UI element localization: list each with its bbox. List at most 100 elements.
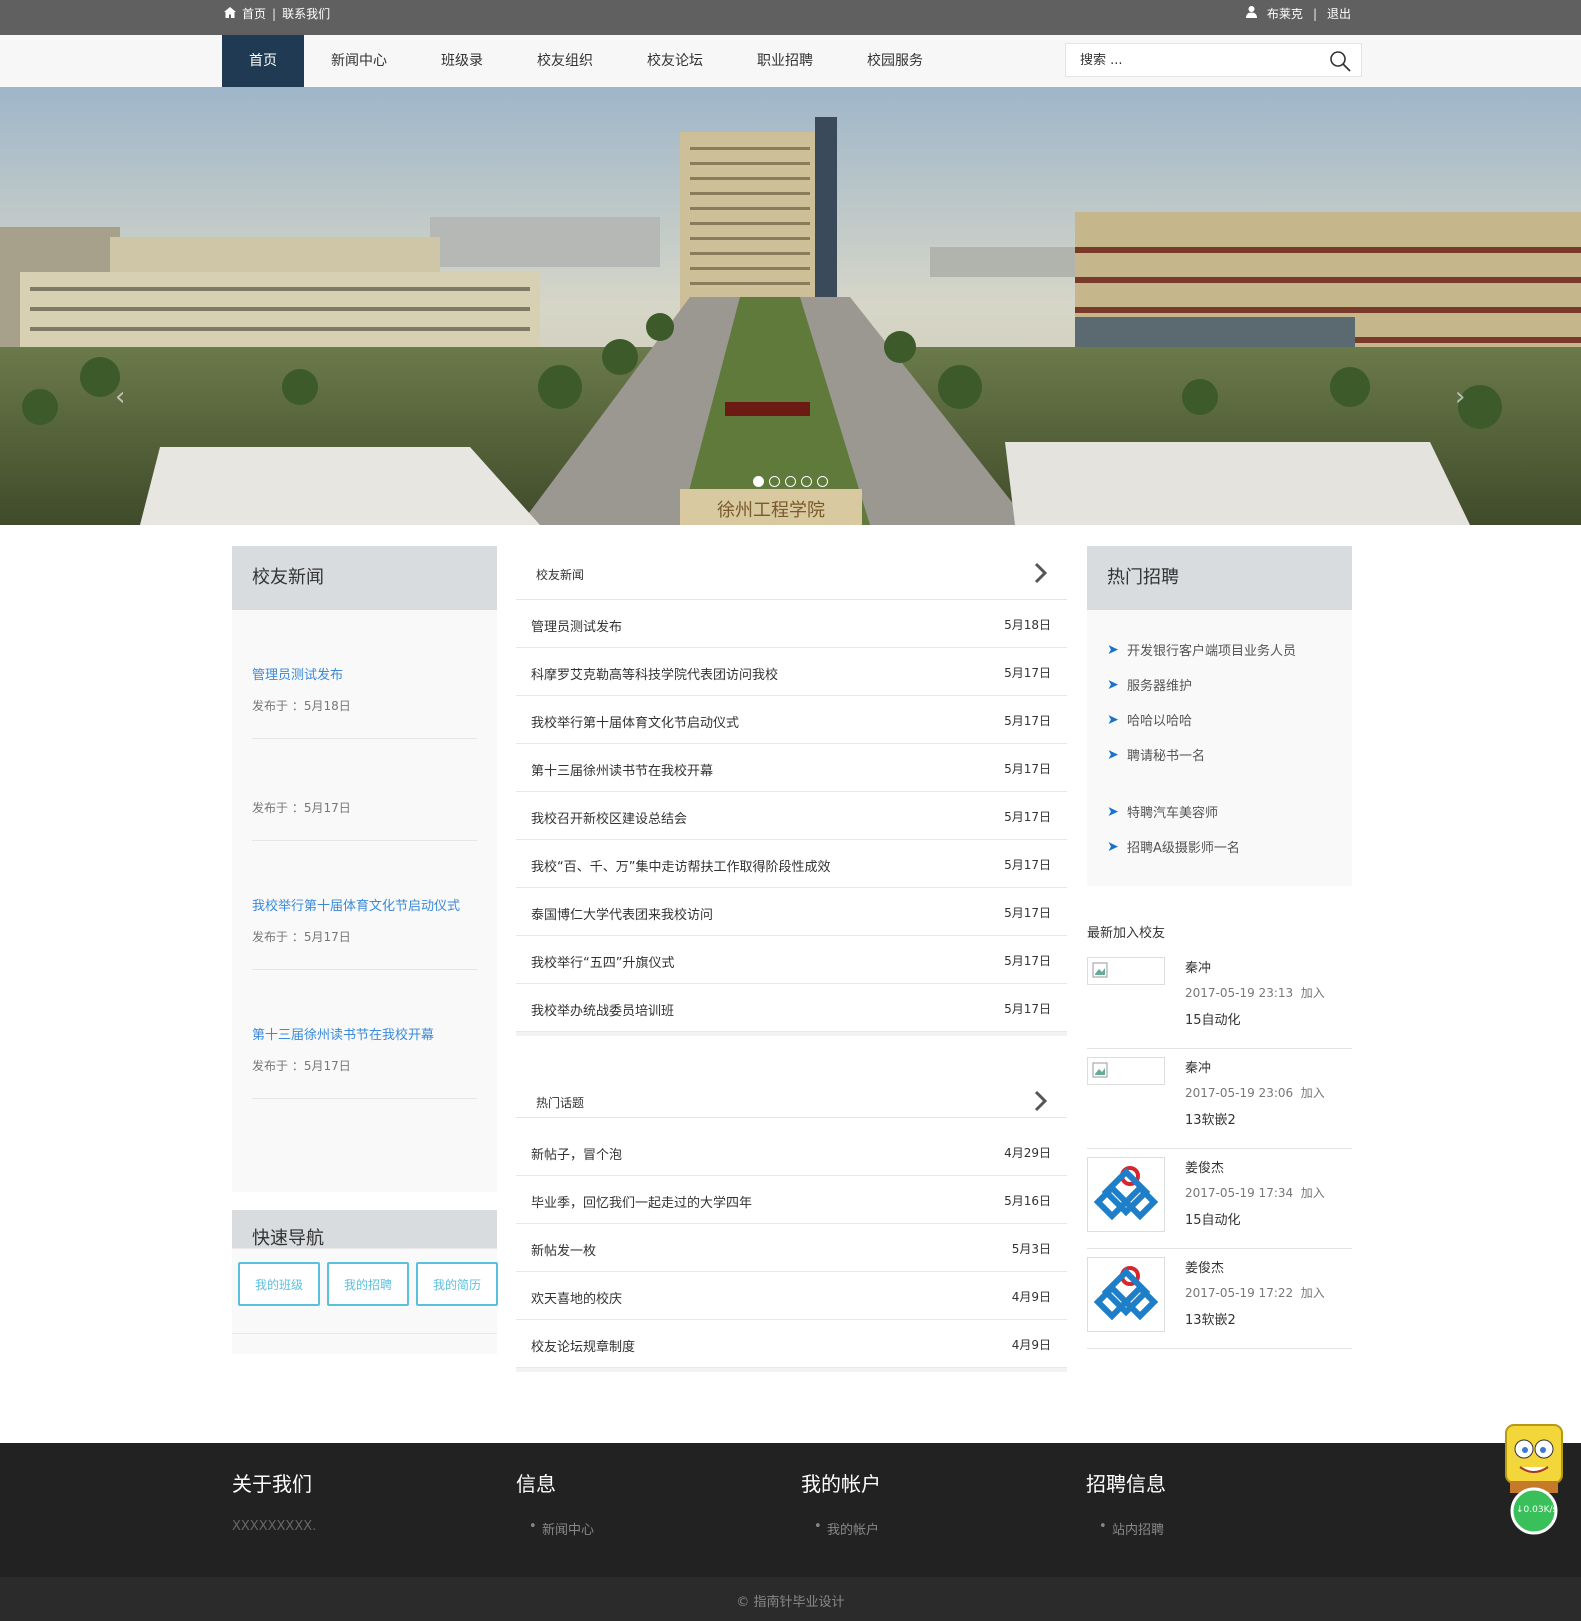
search-icon[interactable]	[1329, 50, 1351, 72]
table-row[interactable]: 科摩罗艾克勒高等科技学院代表团访问我校 5月17日	[516, 648, 1067, 696]
table-row[interactable]: 我校举行“五四”升旗仪式 5月17日	[516, 936, 1067, 984]
table-row[interactable]: 我校举办统战委员培训班 5月17日	[516, 984, 1067, 1032]
news-title-link[interactable]: 科摩罗艾克勒高等科技学院代表团访问我校	[531, 664, 778, 683]
table-row[interactable]: 校友论坛规章制度 4月9日	[516, 1320, 1067, 1368]
table-row[interactable]: 第十三届徐州读书节在我校开幕 5月17日	[516, 744, 1067, 792]
footer-jobs-title: 招聘信息	[1086, 1472, 1166, 1496]
my-class-button[interactable]: 我的班级	[238, 1262, 320, 1306]
carousel-dot[interactable]	[769, 476, 780, 487]
list-item[interactable]: ➤ 招聘A级摄影师一名	[1107, 829, 1352, 864]
table-row[interactable]: 新帖发一枚 5月3日	[516, 1224, 1067, 1272]
news-date: 5月18日	[1004, 618, 1051, 632]
nav-item-campus-service[interactable]: 校园服务	[840, 35, 950, 87]
news-title-link[interactable]: 第十三届徐州读书节在我校开幕	[531, 760, 713, 779]
member-join-time: 2017-05-19 23:06 加入	[1185, 1084, 1325, 1101]
chevron-right-icon[interactable]	[1033, 1090, 1048, 1112]
news-title-link[interactable]: 我校“百、千、万”集中走访帮扶工作取得阶段性成效	[531, 856, 830, 875]
news-title-link[interactable]: 我校举行第十届体育文化节启动仪式	[252, 899, 460, 914]
member-join-time: 2017-05-19 17:22 加入	[1185, 1284, 1325, 1301]
job-link[interactable]: 招聘A级摄影师一名	[1127, 837, 1240, 856]
carousel-dot[interactable]	[785, 476, 796, 487]
news-section-header: 校友新闻	[516, 546, 1067, 600]
news-title-link[interactable]: 管理员测试发布	[531, 616, 622, 635]
list-item: 我校举行第十届体育文化节启动仪式 发布于 ：5月17日	[232, 895, 497, 945]
nav-item-classes[interactable]: 班级录	[414, 35, 510, 87]
hero-carousel[interactable]: 徐州工程学院 ‹ ›	[0, 87, 1581, 525]
my-resume-button[interactable]: 我的简历	[416, 1262, 498, 1306]
topic-title-link[interactable]: 校友论坛规章制度	[531, 1336, 635, 1355]
nav-item-alumni-org[interactable]: 校友组织	[510, 35, 620, 87]
table-row[interactable]: 我校举行第十届体育文化节启动仪式 5月17日	[516, 696, 1067, 744]
table-row[interactable]: 泰国博仁大学代表团来我校访问 5月17日	[516, 888, 1067, 936]
member-card[interactable]: 姜俊杰 2017-05-19 17:22 加入 13软嵌2	[1087, 1249, 1352, 1349]
job-link[interactable]: 服务器维护	[1127, 675, 1192, 694]
top-bar-right: 布莱克 | 退出	[1245, 0, 1351, 27]
carousel-dot[interactable]	[801, 476, 812, 487]
topic-title-link[interactable]: 毕业季，回忆我们一起走过的大学四年	[531, 1192, 752, 1211]
news-title-link[interactable]: 第十三届徐州读书节在我校开幕	[252, 1028, 434, 1043]
chevron-right-icon[interactable]	[1033, 562, 1048, 584]
news-title-link[interactable]: 泰国博仁大学代表团来我校访问	[531, 904, 713, 923]
footer-account-link[interactable]: 我的帐户	[814, 1519, 881, 1538]
contact-link[interactable]: 联系我们	[282, 5, 330, 22]
member-card[interactable]: 姜俊杰 2017-05-19 17:34 加入 15自动化	[1087, 1149, 1352, 1249]
logout-link[interactable]: 退出	[1327, 5, 1351, 22]
member-name[interactable]: 秦冲	[1185, 957, 1211, 976]
join-label: 加入	[1300, 986, 1325, 1000]
list-item[interactable]: ➤ 哈哈以哈哈	[1107, 702, 1352, 737]
carousel-dot[interactable]	[753, 476, 764, 487]
campus-photo: 徐州工程学院	[0, 87, 1581, 525]
topic-title-link[interactable]: 欢天喜地的校庆	[531, 1288, 622, 1307]
footer-jobs-link[interactable]: 站内招聘	[1099, 1519, 1166, 1538]
carousel-next-icon[interactable]: ›	[1455, 382, 1465, 412]
table-row[interactable]: 我校召开新校区建设总结会 5月17日	[516, 792, 1067, 840]
carousel-prev-icon[interactable]: ‹	[115, 382, 125, 412]
job-link[interactable]: 聘请秘书一名	[1127, 745, 1205, 764]
table-row[interactable]: 毕业季，回忆我们一起走过的大学四年 5月16日	[516, 1176, 1067, 1224]
list-item[interactable]: ➤ 开发银行客户端项目业务人员	[1107, 632, 1352, 667]
join-time: 2017-05-19 23:06	[1185, 1086, 1294, 1100]
floating-mascot-widget[interactable]: ↓0.03K/s	[1494, 1415, 1574, 1535]
carousel-dot[interactable]	[817, 476, 828, 487]
table-row[interactable]: 我校“百、千、万”集中走访帮扶工作取得阶段性成效 5月17日	[516, 840, 1067, 888]
home-link[interactable]: 首页	[242, 5, 266, 22]
list-item[interactable]: ➤ 特聘汽车美容师	[1107, 794, 1352, 829]
table-row[interactable]: 欢天喜地的校庆 4月9日	[516, 1272, 1067, 1320]
news-title-link[interactable]: 管理员测试发布	[252, 668, 343, 683]
news-section-title: 校友新闻	[536, 568, 585, 582]
job-link[interactable]: 特聘汽车美容师	[1127, 802, 1218, 821]
topic-date: 5月3日	[1011, 1242, 1051, 1256]
user-link[interactable]: 布莱克	[1267, 5, 1303, 22]
member-name[interactable]: 姜俊杰	[1185, 1257, 1224, 1276]
member-name[interactable]: 姜俊杰	[1185, 1157, 1224, 1176]
topic-title-link[interactable]: 新帖子，冒个泡	[531, 1144, 622, 1163]
list-item[interactable]: ➤ 聘请秘书一名	[1107, 737, 1352, 772]
top-bar-left: 首页 | 联系我们	[224, 0, 330, 27]
nav-item-news[interactable]: 新闻中心	[304, 35, 414, 87]
my-jobs-button[interactable]: 我的招聘	[327, 1262, 409, 1306]
nav-item-jobs[interactable]: 职业招聘	[730, 35, 840, 87]
arrow-right-icon: ➤	[1107, 746, 1119, 763]
search-input[interactable]	[1066, 44, 1316, 76]
list-item: 发布于 ：5月17日	[232, 799, 497, 816]
nav-item-home[interactable]: 首页	[222, 35, 304, 87]
news-date: 5月17日	[1004, 1002, 1051, 1016]
new-members-heading: 最新加入校友	[1087, 926, 1166, 941]
job-link[interactable]: 开发银行客户端项目业务人员	[1127, 640, 1296, 659]
table-row[interactable]: 新帖子，冒个泡 4月29日	[516, 1128, 1067, 1176]
news-title-link[interactable]: 我校举办统战委员培训班	[531, 1000, 674, 1019]
news-title-link[interactable]: 我校举行“五四”升旗仪式	[531, 952, 674, 971]
job-link[interactable]: 哈哈以哈哈	[1127, 710, 1192, 729]
table-row[interactable]: 管理员测试发布 5月18日	[516, 600, 1067, 648]
news-title-link[interactable]: 我校举行第十届体育文化节启动仪式	[531, 712, 739, 731]
top-bar: 首页 | 联系我们 布莱克 | 退出	[0, 0, 1581, 35]
list-item[interactable]: ➤ 服务器维护	[1107, 667, 1352, 702]
nav-item-forum[interactable]: 校友论坛	[620, 35, 730, 87]
alumni-news-heading: 校友新闻	[232, 546, 497, 610]
news-title-link[interactable]: 我校召开新校区建设总结会	[531, 808, 687, 827]
member-card[interactable]: 秦冲 2017-05-19 23:13 加入 15自动化	[1087, 949, 1352, 1049]
member-name[interactable]: 秦冲	[1185, 1057, 1211, 1076]
member-card[interactable]: 秦冲 2017-05-19 23:06 加入 13软嵌2	[1087, 1049, 1352, 1149]
footer-news-link[interactable]: 新闻中心	[529, 1519, 594, 1538]
topic-title-link[interactable]: 新帖发一枚	[531, 1240, 596, 1259]
